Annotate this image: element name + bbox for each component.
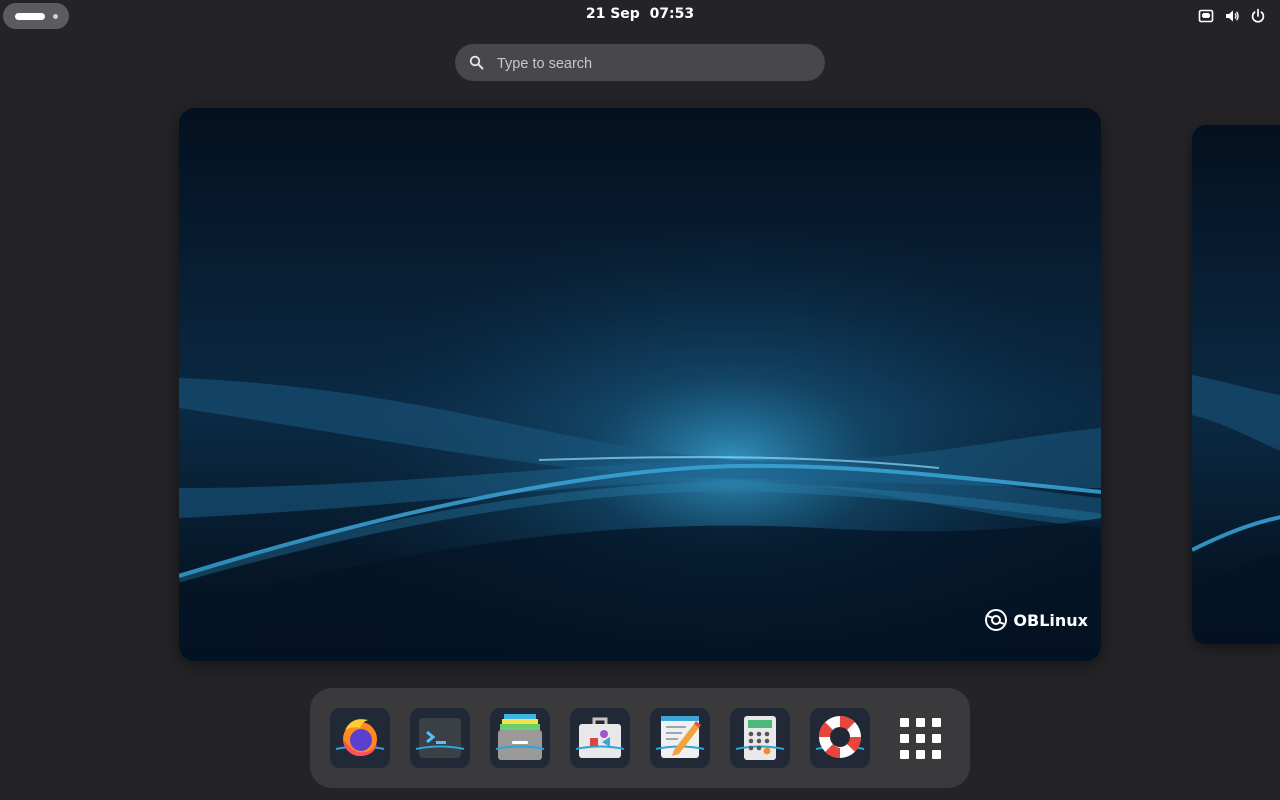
workspace-thumbnail[interactable]: OBLinux (179, 108, 1101, 661)
top-bar: 21 Sep 07:53 (0, 0, 1280, 32)
brand-watermark: OBLinux (984, 608, 1088, 632)
oblinux-logo-icon (985, 609, 1008, 631)
text-editor-launcher[interactable] (650, 708, 710, 768)
calculator-launcher[interactable] (730, 708, 790, 768)
text-editor-icon (655, 716, 705, 758)
firefox-icon (335, 719, 385, 756)
search-bar[interactable] (455, 44, 825, 83)
power-icon[interactable] (1250, 8, 1266, 24)
software-launcher[interactable] (570, 708, 630, 768)
next-workspace-wallpaper (1192, 125, 1280, 644)
brand-text: OBLinux (1013, 610, 1088, 630)
firefox-launcher[interactable] (330, 708, 390, 768)
terminal-launcher[interactable] (410, 708, 470, 768)
volume-icon[interactable] (1224, 8, 1240, 24)
next-workspace-thumbnail[interactable] (1192, 125, 1280, 644)
search-icon (469, 55, 484, 74)
help-icon (815, 715, 865, 759)
software-icon (575, 717, 625, 758)
calculator-icon (735, 716, 785, 760)
dash (310, 688, 970, 788)
files-icon (495, 714, 545, 760)
help-launcher[interactable] (810, 708, 870, 768)
clock[interactable]: 21 Sep 07:53 (540, 6, 740, 26)
search-input[interactable] (495, 44, 809, 83)
desktop-wallpaper (179, 108, 1101, 661)
files-launcher[interactable] (490, 708, 550, 768)
show-apps-button[interactable] (890, 708, 950, 768)
activities-button[interactable] (3, 3, 69, 29)
system-tray[interactable] (1198, 7, 1266, 25)
network-wired-icon[interactable] (1198, 8, 1214, 24)
terminal-icon (415, 718, 465, 758)
active-workspace-indicator (15, 13, 45, 20)
inactive-workspace-indicator (53, 14, 58, 19)
